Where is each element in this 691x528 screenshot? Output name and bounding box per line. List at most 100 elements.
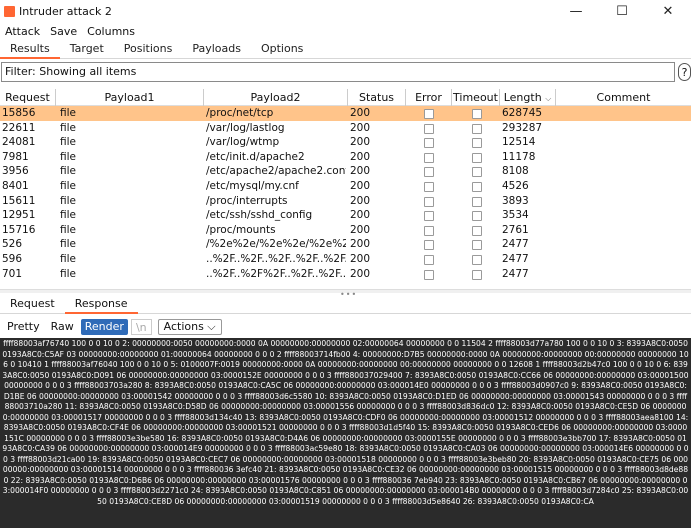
cell-payload2: /etc/ssh/sshd_config — [206, 209, 313, 222]
cell-length: 628745 — [502, 107, 543, 119]
menu-attack[interactable]: Attack — [0, 25, 45, 38]
cell-payload1: file — [60, 150, 76, 163]
table-row[interactable]: 12951 file/etc/ssh/sshd_config 200 3534 — [0, 208, 691, 223]
cell-length: 8108 — [502, 165, 529, 178]
menu-save[interactable]: Save — [45, 25, 82, 38]
cell-request: 22611 — [2, 121, 36, 134]
error-checkbox[interactable] — [424, 211, 434, 222]
timeout-checkbox[interactable] — [472, 138, 482, 149]
col-status[interactable]: Status — [348, 89, 406, 106]
timeout-checkbox[interactable] — [472, 152, 482, 163]
timeout-checkbox[interactable] — [472, 269, 482, 280]
error-checkbox[interactable] — [424, 123, 434, 134]
help-icon[interactable]: ? — [678, 63, 691, 81]
timeout-checkbox[interactable] — [472, 211, 482, 222]
tab-positions[interactable]: Positions — [114, 40, 183, 59]
newline-toggle-button[interactable]: \n — [130, 318, 152, 335]
cell-status: 200 — [350, 107, 371, 119]
tab-response[interactable]: Response — [64, 296, 138, 314]
table-row[interactable]: 8401 file/etc/mysql/my.cnf 200 4526 — [0, 179, 691, 194]
cell-payload1: file — [60, 136, 76, 149]
col-payload1[interactable]: Payload1 — [56, 89, 204, 106]
menu-columns[interactable]: Columns — [82, 25, 140, 38]
cell-length: 2477 — [502, 267, 529, 280]
col-payload2[interactable]: Payload2 — [204, 89, 348, 106]
cell-request: 15716 — [2, 223, 36, 236]
cell-request: 15856 — [2, 107, 36, 119]
table-row[interactable]: 701 file ..%2F..%2F%2F..%2F..%2F..%2F.. 200… — [0, 267, 691, 282]
cell-payload2: /%2e%2e/%2e%2e/%2e%2e/... — [206, 238, 346, 251]
table-row[interactable]: 24081 file/var/log/wtmp 200 12514 — [0, 135, 691, 150]
cell-payload2: /proc/net/tcp — [206, 107, 274, 119]
timeout-checkbox[interactable] — [472, 109, 482, 119]
cell-payload1: file — [60, 267, 76, 280]
timeout-checkbox[interactable] — [472, 167, 482, 178]
error-checkbox[interactable] — [424, 138, 434, 149]
cell-payload1: file — [60, 194, 76, 207]
table-row[interactable]: 15856 file/proc/net/tcp 200 628745 — [0, 106, 691, 121]
table-row[interactable]: 15611 file/proc/interrupts 200 3893 — [0, 194, 691, 209]
minimize-button[interactable]: — — [553, 0, 599, 22]
tab-options[interactable]: Options — [251, 40, 313, 59]
error-checkbox[interactable] — [424, 167, 434, 178]
tab-results[interactable]: Results — [0, 40, 60, 59]
timeout-checkbox[interactable] — [472, 123, 482, 134]
actions-dropdown[interactable]: Actions ⌵ — [157, 318, 222, 335]
tab-request[interactable]: Request — [0, 296, 65, 314]
col-request[interactable]: Request — [0, 89, 56, 106]
cell-status: 200 — [350, 121, 371, 134]
table-row[interactable]: 3956 file/etc/apache2/apache2.conf 200 8108 — [0, 164, 691, 179]
table-row[interactable]: 526 file /%2e%2e/%2e%2e/%2e%2e/... 200 2477 — [0, 237, 691, 252]
cell-request: 8401 — [2, 179, 29, 192]
error-checkbox[interactable] — [424, 240, 434, 251]
error-checkbox[interactable] — [424, 152, 434, 163]
timeout-checkbox[interactable] — [472, 225, 482, 236]
cell-status: 200 — [350, 165, 371, 178]
cell-status: 200 — [350, 179, 371, 192]
close-button[interactable]: ✕ — [645, 0, 691, 22]
tab-payloads[interactable]: Payloads — [182, 40, 251, 59]
error-checkbox[interactable] — [424, 181, 434, 192]
filter-bar[interactable]: Filter: Showing all items — [1, 62, 675, 82]
error-checkbox[interactable] — [424, 269, 434, 280]
maximize-button[interactable]: ☐ — [599, 0, 645, 22]
main-tabs: Results Target Positions Payloads Option… — [0, 40, 691, 59]
results-table: Request Payload1 Payload2 Status Error T… — [0, 89, 691, 281]
table-row[interactable]: 7981 file/etc/init.d/apache2 200 11178 — [0, 150, 691, 165]
tab-target[interactable]: Target — [60, 40, 114, 59]
cell-status: 200 — [350, 150, 371, 163]
col-length[interactable]: Length ⌵ — [500, 89, 556, 106]
error-checkbox[interactable] — [424, 196, 434, 207]
cell-payload2: ..%2F..%2F%2F..%2F..%2F..%2F.. — [206, 267, 346, 280]
pretty-button[interactable]: Pretty — [3, 319, 44, 335]
cell-payload1: file — [60, 252, 76, 265]
table-row[interactable]: 596 file ..%2F..%2F..%2F..%2F..%2F..%2... 2… — [0, 252, 691, 267]
cell-payload2: ..%2F..%2F..%2F..%2F..%2F..%2... — [206, 252, 346, 265]
error-checkbox[interactable] — [424, 254, 434, 265]
table-row[interactable]: 15716 file/proc/mounts 200 2761 — [0, 223, 691, 238]
table-row[interactable]: 22611 file/var/log/lastlog 200 293287 — [0, 121, 691, 136]
cell-status: 200 — [350, 252, 371, 265]
error-checkbox[interactable] — [424, 225, 434, 236]
render-button[interactable]: Render — [80, 318, 128, 335]
timeout-checkbox[interactable] — [472, 196, 482, 207]
col-timeout[interactable]: Timeout — [452, 89, 500, 106]
cell-request: 15611 — [2, 194, 36, 207]
menu-bar: Attack Save Columns — [0, 22, 140, 40]
cell-payload2: /etc/apache2/apache2.conf — [206, 165, 346, 178]
cell-length: 3534 — [502, 209, 529, 222]
error-checkbox[interactable] — [424, 109, 434, 119]
raw-button[interactable]: Raw — [47, 319, 78, 335]
col-error[interactable]: Error — [406, 89, 452, 106]
cell-request: 24081 — [2, 136, 36, 149]
cell-request: 12951 — [2, 209, 36, 222]
timeout-checkbox[interactable] — [472, 181, 482, 192]
sort-down-icon: ⌵ — [545, 94, 552, 103]
timeout-checkbox[interactable] — [472, 240, 482, 251]
cell-length: 12514 — [502, 136, 536, 149]
cell-length: 4526 — [502, 179, 529, 192]
timeout-checkbox[interactable] — [472, 254, 482, 265]
col-comment[interactable]: Comment — [556, 89, 691, 106]
cell-request: 526 — [2, 238, 23, 251]
cell-request: 3956 — [2, 165, 29, 178]
